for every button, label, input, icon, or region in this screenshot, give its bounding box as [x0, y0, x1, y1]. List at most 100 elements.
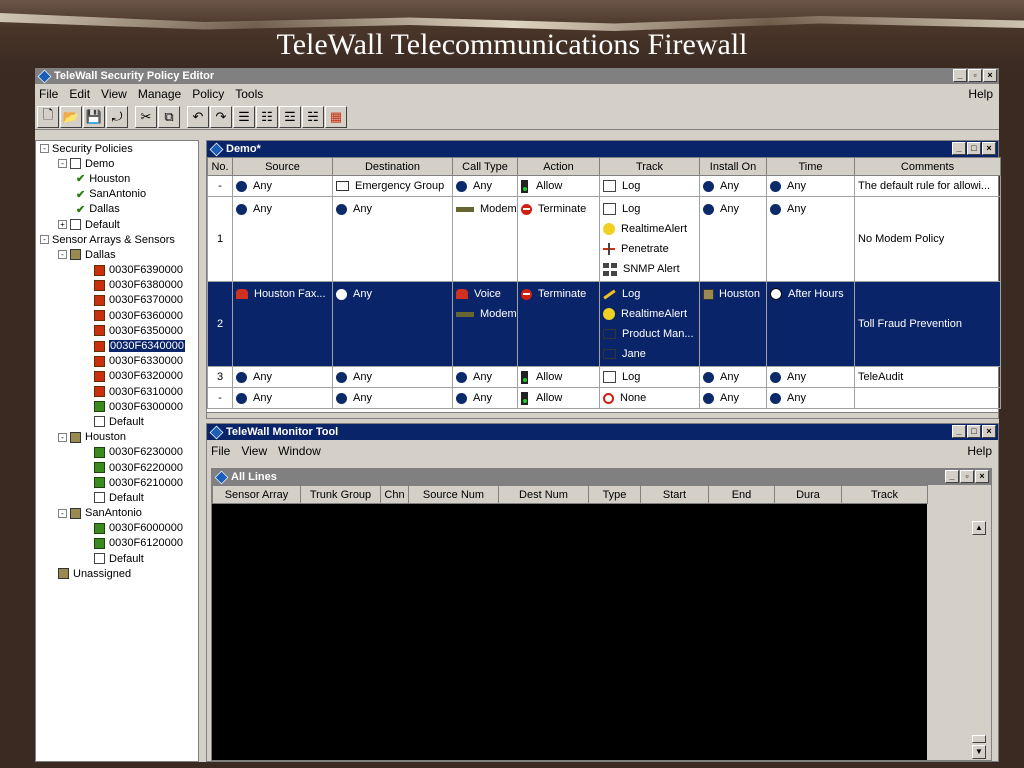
delete-rule-button[interactable]: ☵ — [302, 105, 324, 128]
column-header[interactable]: Track — [599, 157, 700, 176]
column-header[interactable]: Destination — [332, 157, 453, 176]
policy-maximize-button[interactable]: □ — [967, 142, 981, 155]
line-row[interactable]: SanAntonio 71 18 — [212, 506, 927, 518]
column-header[interactable]: Comments — [854, 157, 1001, 176]
line-row[interactable]: SanAntonio 71 20 — [212, 530, 927, 542]
new-button[interactable]: 🗋 — [37, 105, 59, 128]
tree-item[interactable]: 0030F6320000 — [36, 369, 198, 384]
tree-item[interactable]: 0030F6000000 — [36, 521, 198, 536]
tree-item[interactable]: 0030F6210000 — [36, 475, 198, 490]
policy-tree[interactable]: - Security Policies - Demo ✔ Houston ✔ SanAnton… — [35, 140, 199, 762]
rule-cell-action[interactable]: Terminate — [517, 281, 600, 367]
tree-item[interactable]: 0030F6310000 — [36, 384, 198, 399]
rule-cell-action[interactable]: Terminate — [517, 196, 600, 282]
rule-cell-action[interactable]: Allow — [517, 366, 600, 388]
expand-icon[interactable]: + — [58, 220, 67, 230]
tree-item[interactable]: + Default — [36, 217, 198, 232]
tree-item[interactable]: 0030F6330000 — [36, 354, 198, 369]
rule-cell-time[interactable]: Any — [766, 387, 855, 409]
column-header[interactable]: Install On — [699, 157, 767, 176]
line-row[interactable]: SanAntonio 71 23 — [212, 566, 927, 578]
tree-item[interactable]: - SanAntonio — [36, 506, 198, 521]
column-header[interactable]: No. — [207, 157, 233, 176]
policy-close-button[interactable]: × — [982, 142, 996, 155]
close-button[interactable]: × — [983, 69, 997, 82]
lines-close-button[interactable]: × — [975, 470, 989, 483]
menu-file[interactable]: File — [39, 87, 58, 101]
monitor-menu-window[interactable]: Window — [278, 444, 321, 458]
rule-cell-track[interactable]: Log RealtimeAlert Penetrate SNMP Alert — [599, 196, 700, 282]
line-row[interactable]: SanAntonio 71 6 (555)5555555 (555)5555555 Voi… — [212, 650, 927, 662]
rule-cell-track[interactable]: None — [599, 387, 700, 409]
rule-cell-source[interactable]: Any — [232, 387, 333, 409]
rule-row[interactable]: 2 Houston Fax... Any Voice Modem Terminate Log… — [207, 281, 1001, 367]
rule-cell-calltype[interactable]: Any — [452, 387, 518, 409]
lines-column-header[interactable]: Dura — [774, 485, 842, 504]
monitor-maximize-button[interactable]: □ — [967, 425, 981, 438]
rule-comment[interactable]: The default rule for allowi... — [854, 175, 1001, 197]
rule-cell-source[interactable]: Any — [232, 175, 333, 197]
lines-column-header[interactable]: Chn — [380, 485, 409, 504]
menu-tools[interactable]: Tools — [235, 87, 263, 101]
tree-item[interactable]: Unassigned — [36, 566, 198, 581]
minimize-button[interactable]: _ — [953, 69, 967, 82]
rule-row[interactable]: 3 Any Any Any Allow Log Any Any TeleAudit — [207, 366, 1001, 388]
line-row[interactable]: SanAntonio 71 2 (555)5555555 (555)5555555 Fax… — [212, 602, 927, 614]
lines-grid[interactable]: Sensor Array Trunk Group Chn Source Num Dest… — [212, 485, 929, 760]
policy-hscrollbar[interactable] — [207, 412, 998, 418]
lines-column-header[interactable]: Trunk Group — [300, 485, 381, 504]
scroll-up-button[interactable]: ▲ — [972, 521, 986, 535]
rule-cell-time[interactable]: Any — [766, 196, 855, 282]
rule-cell-action[interactable]: Allow — [517, 387, 600, 409]
line-row[interactable]: SanAntonio 71 0 (555)5555555 (555)5555555 Voi… — [212, 578, 927, 590]
monitor-menu-file[interactable]: File — [211, 444, 230, 458]
rule-cell-destination[interactable]: Any — [332, 366, 453, 388]
lines-column-header[interactable]: Track — [841, 485, 928, 504]
rule-cell-destination[interactable]: Any — [332, 196, 453, 282]
lines-column-header[interactable]: End — [708, 485, 775, 504]
rule-comment[interactable]: Toll Fraud Prevention — [854, 281, 1001, 367]
collapse-icon[interactable]: - — [40, 235, 49, 245]
lines-column-header[interactable]: Source Num — [408, 485, 499, 504]
lines-column-header[interactable]: Dest Num — [498, 485, 589, 504]
tree-item[interactable]: ✔ Dallas — [36, 202, 198, 217]
policy-window-titlebar[interactable]: Demo* _ □ × — [207, 141, 998, 157]
tree-item[interactable]: Default — [36, 551, 198, 566]
tree-item[interactable]: 0030F6360000 — [36, 308, 198, 323]
tree-item[interactable]: - Sensor Arrays & Sensors — [36, 232, 198, 247]
restore-button[interactable]: ▫ — [968, 69, 982, 82]
scroll-down-button[interactable]: ▼ — [972, 745, 986, 759]
collapse-icon[interactable]: - — [40, 144, 49, 154]
column-header[interactable]: Time — [766, 157, 855, 176]
rule-cell-destination[interactable]: Any — [332, 281, 453, 367]
collapse-icon[interactable]: - — [58, 508, 67, 518]
rule-cell-install[interactable]: Houston — [699, 281, 767, 367]
tree-item[interactable]: 0030F6340000 — [36, 338, 198, 353]
all-lines-titlebar[interactable]: All Lines _ ▫ × — [212, 469, 991, 485]
rule-cell-track[interactable]: Log — [599, 366, 700, 388]
tree-item[interactable]: - Houston — [36, 430, 198, 445]
rule-cell-time[interactable]: Any — [766, 366, 855, 388]
menu-manage[interactable]: Manage — [138, 87, 181, 101]
policy-editor-titlebar[interactable]: TeleWall Security Policy Editor _ ▫ × — [35, 68, 999, 84]
tree-item[interactable]: 0030F6230000 — [36, 445, 198, 460]
rule-cell-track[interactable]: Log RealtimeAlert Product Man... Jane — [599, 281, 700, 367]
cut-button[interactable]: ✂ — [135, 105, 157, 128]
rule-comment[interactable]: TeleAudit — [854, 366, 1001, 388]
tree-item[interactable]: - Dallas — [36, 247, 198, 262]
line-row[interactable]: SanAntonio 71 3 (555)5555555 (555)5555555 Voi… — [212, 614, 927, 626]
rule-cell-install[interactable]: Any — [699, 366, 767, 388]
rule-cell-time[interactable]: Any — [766, 175, 855, 197]
lines-column-header[interactable]: Type — [588, 485, 641, 504]
rule-cell-source[interactable]: Any — [232, 366, 333, 388]
monitor-titlebar[interactable]: TeleWall Monitor Tool _ □ × — [207, 424, 998, 440]
lines-restore-button[interactable]: ▫ — [960, 470, 974, 483]
line-row[interactable]: SanAntonio 71 5 (555)5555555 (555)5555555 Voi… — [212, 638, 927, 650]
add-rule-button[interactable]: ☰ — [233, 105, 255, 128]
menu-edit[interactable]: Edit — [69, 87, 90, 101]
column-header[interactable]: Action — [517, 157, 600, 176]
monitor-close-button[interactable]: × — [982, 425, 996, 438]
lines-vscrollbar[interactable]: ▲ ▼ — [927, 485, 991, 760]
rule-cell-install[interactable]: Any — [699, 196, 767, 282]
tree-item[interactable]: 0030F6220000 — [36, 460, 198, 475]
